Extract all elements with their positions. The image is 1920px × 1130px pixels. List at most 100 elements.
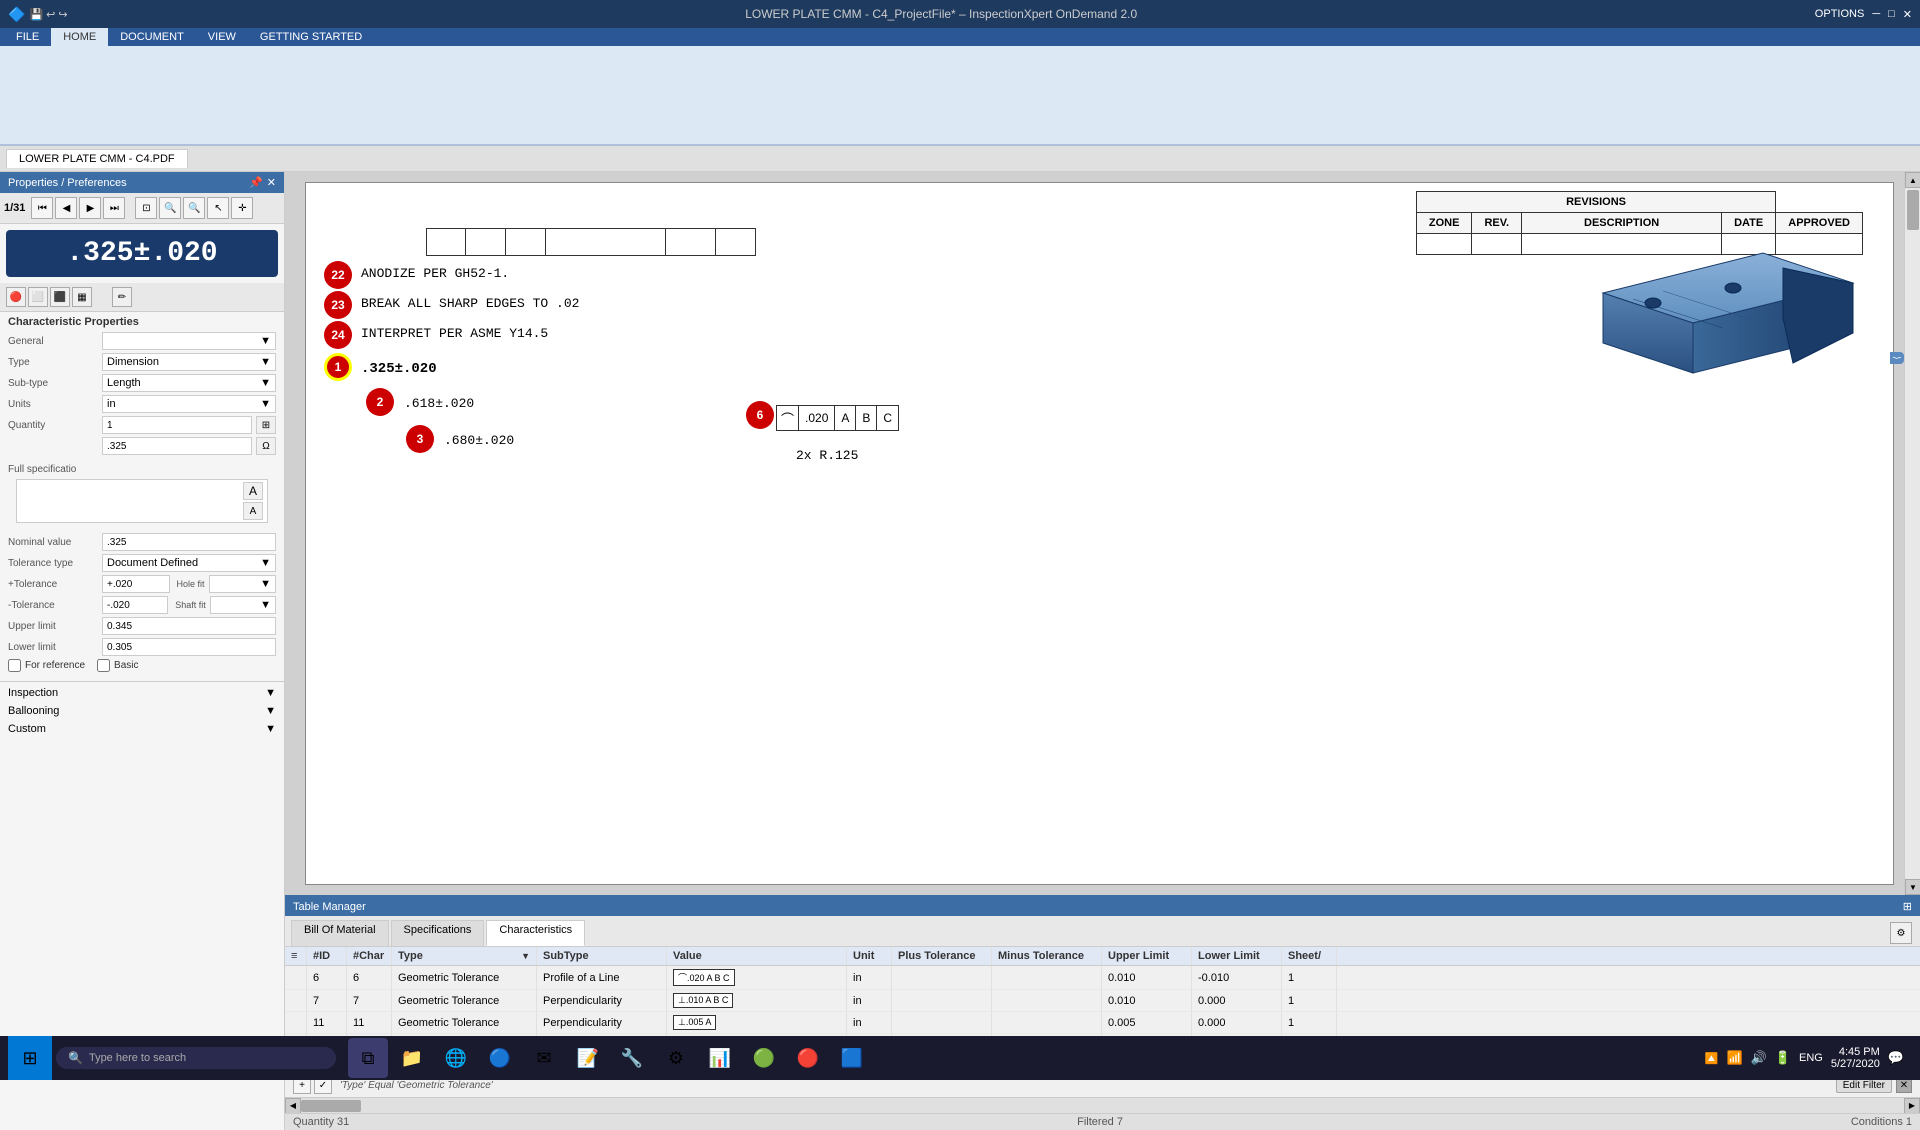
doc-tab[interactable]: LOWER PLATE CMM - C4.PDF: [6, 149, 188, 168]
header-minus-tol[interactable]: Minus Tolerance: [992, 947, 1102, 965]
app11-btn[interactable]: 🔴: [788, 1038, 828, 1078]
full-spec-area[interactable]: A A: [16, 479, 268, 523]
balloon-icon-4[interactable]: ▦: [72, 287, 92, 307]
scroll-right-btn[interactable]: ▶: [1904, 1098, 1920, 1114]
header-type[interactable]: Type ▼: [392, 947, 537, 965]
taskbar-search[interactable]: 🔍 Type here to search: [56, 1047, 336, 1069]
basic-checkbox[interactable]: [97, 659, 110, 672]
next-page-btn[interactable]: ▶: [79, 197, 101, 219]
table-row[interactable]: 6 6 Geometric Tolerance Profile of a Lin…: [285, 966, 1920, 990]
scroll-track-v[interactable]: [1905, 188, 1920, 879]
header-id[interactable]: #ID: [307, 947, 347, 965]
clock[interactable]: 4:45 PM 5/27/2020: [1831, 1046, 1880, 1070]
balloon-1[interactable]: 1: [324, 353, 352, 381]
value-field[interactable]: .325: [102, 437, 252, 455]
maximize-btn[interactable]: □: [1888, 8, 1895, 20]
table-row[interactable]: 11 11 Geometric Tolerance Perpendiculari…: [285, 1012, 1920, 1034]
tab-view[interactable]: VIEW: [196, 28, 248, 46]
quantity-btn[interactable]: ⊞: [256, 416, 276, 434]
undo-icon[interactable]: ↩: [46, 8, 55, 21]
wifi-icon[interactable]: 📶: [1726, 1050, 1742, 1066]
taskview-btn[interactable]: ⧉: [348, 1038, 388, 1078]
header-unit[interactable]: Unit: [847, 947, 892, 965]
prev-page-btn[interactable]: ◀: [55, 197, 77, 219]
hole-fit-dropdown[interactable]: ▼: [209, 575, 277, 593]
balloon-23[interactable]: 23: [324, 291, 352, 319]
tab-getting-started[interactable]: GETTING STARTED: [248, 28, 374, 46]
excel-taskbar-btn[interactable]: 📊: [700, 1038, 740, 1078]
first-page-btn[interactable]: ⏮: [31, 197, 53, 219]
balloon-2[interactable]: 2: [366, 388, 394, 416]
last-page-btn[interactable]: ⏭: [103, 197, 125, 219]
right-panel-tab[interactable]: ⟩: [1890, 352, 1904, 364]
cursor-btn[interactable]: ↖: [207, 197, 229, 219]
general-dropdown[interactable]: ▼: [102, 332, 276, 350]
balloon-icon-1[interactable]: 🔴: [6, 287, 26, 307]
shaft-fit-dropdown[interactable]: ▼: [210, 596, 276, 614]
header-char[interactable]: #Char: [347, 947, 392, 965]
browser-btn[interactable]: 🌐: [436, 1038, 476, 1078]
header-plus-tol[interactable]: Plus Tolerance: [892, 947, 992, 965]
format-btn-1[interactable]: A: [243, 482, 263, 500]
table-settings-btn[interactable]: ⚙: [1890, 922, 1912, 944]
tab-file[interactable]: FILE: [4, 28, 51, 46]
scroll-left-btn[interactable]: ◀: [285, 1098, 301, 1114]
tab-bom[interactable]: Bill Of Material: [291, 920, 389, 946]
minimize-btn[interactable]: ─: [1872, 8, 1880, 20]
balloon-24[interactable]: 24: [324, 321, 352, 349]
close-panel-icon[interactable]: ✕: [267, 176, 276, 189]
tab-characteristics[interactable]: Characteristics: [486, 920, 585, 946]
scroll-down-btn[interactable]: ▼: [1905, 879, 1920, 895]
zoom-out-btn[interactable]: 🔍: [183, 197, 205, 219]
format-btn-2[interactable]: A: [243, 502, 263, 520]
inspection-section[interactable]: Inspection ▼: [0, 684, 284, 702]
for-reference-checkbox[interactable]: [8, 659, 21, 672]
tab-specs[interactable]: Specifications: [391, 920, 485, 946]
scroll-up-btn[interactable]: ▲: [1905, 172, 1920, 188]
table-row[interactable]: 7 7 Geometric Tolerance Perpendicularity…: [285, 990, 1920, 1012]
speaker-icon[interactable]: 🔊: [1751, 1050, 1767, 1066]
tab-home[interactable]: HOME: [51, 28, 108, 46]
header-sheet[interactable]: Sheet/: [1282, 947, 1337, 965]
app8-btn[interactable]: ⚙: [656, 1038, 696, 1078]
crosshair-btn[interactable]: ✛: [231, 197, 253, 219]
h-scrollbar[interactable]: ◀ ▶: [285, 1097, 1920, 1113]
close-btn[interactable]: ✕: [1903, 8, 1912, 21]
word-btn[interactable]: 📝: [568, 1038, 608, 1078]
windows-btn[interactable]: ⊞: [8, 1036, 52, 1080]
balloon-22[interactable]: 22: [324, 261, 352, 289]
balloon-3[interactable]: 3: [406, 425, 434, 453]
balloon-icon-2[interactable]: ⬜: [28, 287, 48, 307]
table-expand-icon[interactable]: ⊞: [1903, 900, 1912, 913]
app7-btn[interactable]: 🔧: [612, 1038, 652, 1078]
mail-btn[interactable]: ✉: [524, 1038, 564, 1078]
type-dropdown[interactable]: Dimension▼: [102, 353, 276, 371]
tol-type-dropdown[interactable]: Document Defined▼: [102, 554, 276, 572]
redo-icon[interactable]: ↪: [58, 8, 67, 21]
ballooning-section[interactable]: Ballooning ▼: [0, 702, 284, 720]
pin-icon[interactable]: 📌: [249, 176, 263, 189]
balloon-6[interactable]: 6: [746, 401, 774, 429]
header-upper-limit[interactable]: Upper Limit: [1102, 947, 1192, 965]
header-lower-limit[interactable]: Lower Limit: [1192, 947, 1282, 965]
zoom-in-btn[interactable]: 🔍: [159, 197, 181, 219]
battery-icon[interactable]: 🔋: [1775, 1050, 1791, 1066]
units-dropdown[interactable]: in▼: [102, 395, 276, 413]
tab-document[interactable]: DOCUMENT: [108, 28, 196, 46]
drawing-area[interactable]: ▲ ▼ ⟩ REVISIONS ZONE RE: [285, 172, 1920, 895]
explorer-btn[interactable]: 📁: [392, 1038, 432, 1078]
scroll-track-h[interactable]: [301, 1098, 1904, 1114]
app10-btn[interactable]: 🟢: [744, 1038, 784, 1078]
header-value[interactable]: Value: [667, 947, 847, 965]
custom-section[interactable]: Custom ▼: [0, 720, 284, 738]
notification-icon[interactable]: 💬: [1888, 1050, 1904, 1066]
omega-btn[interactable]: Ω: [256, 437, 276, 455]
balloon-icon-3[interactable]: ⬛: [50, 287, 70, 307]
app12-btn[interactable]: 🟦: [832, 1038, 872, 1078]
header-subtype[interactable]: SubType: [537, 947, 667, 965]
chrome-btn[interactable]: 🔵: [480, 1038, 520, 1078]
zoom-fit-btn[interactable]: ⊡: [135, 197, 157, 219]
edit-icon[interactable]: ✏: [112, 287, 132, 307]
save-icon[interactable]: 💾: [29, 8, 43, 21]
subtype-dropdown[interactable]: Length▼: [102, 374, 276, 392]
